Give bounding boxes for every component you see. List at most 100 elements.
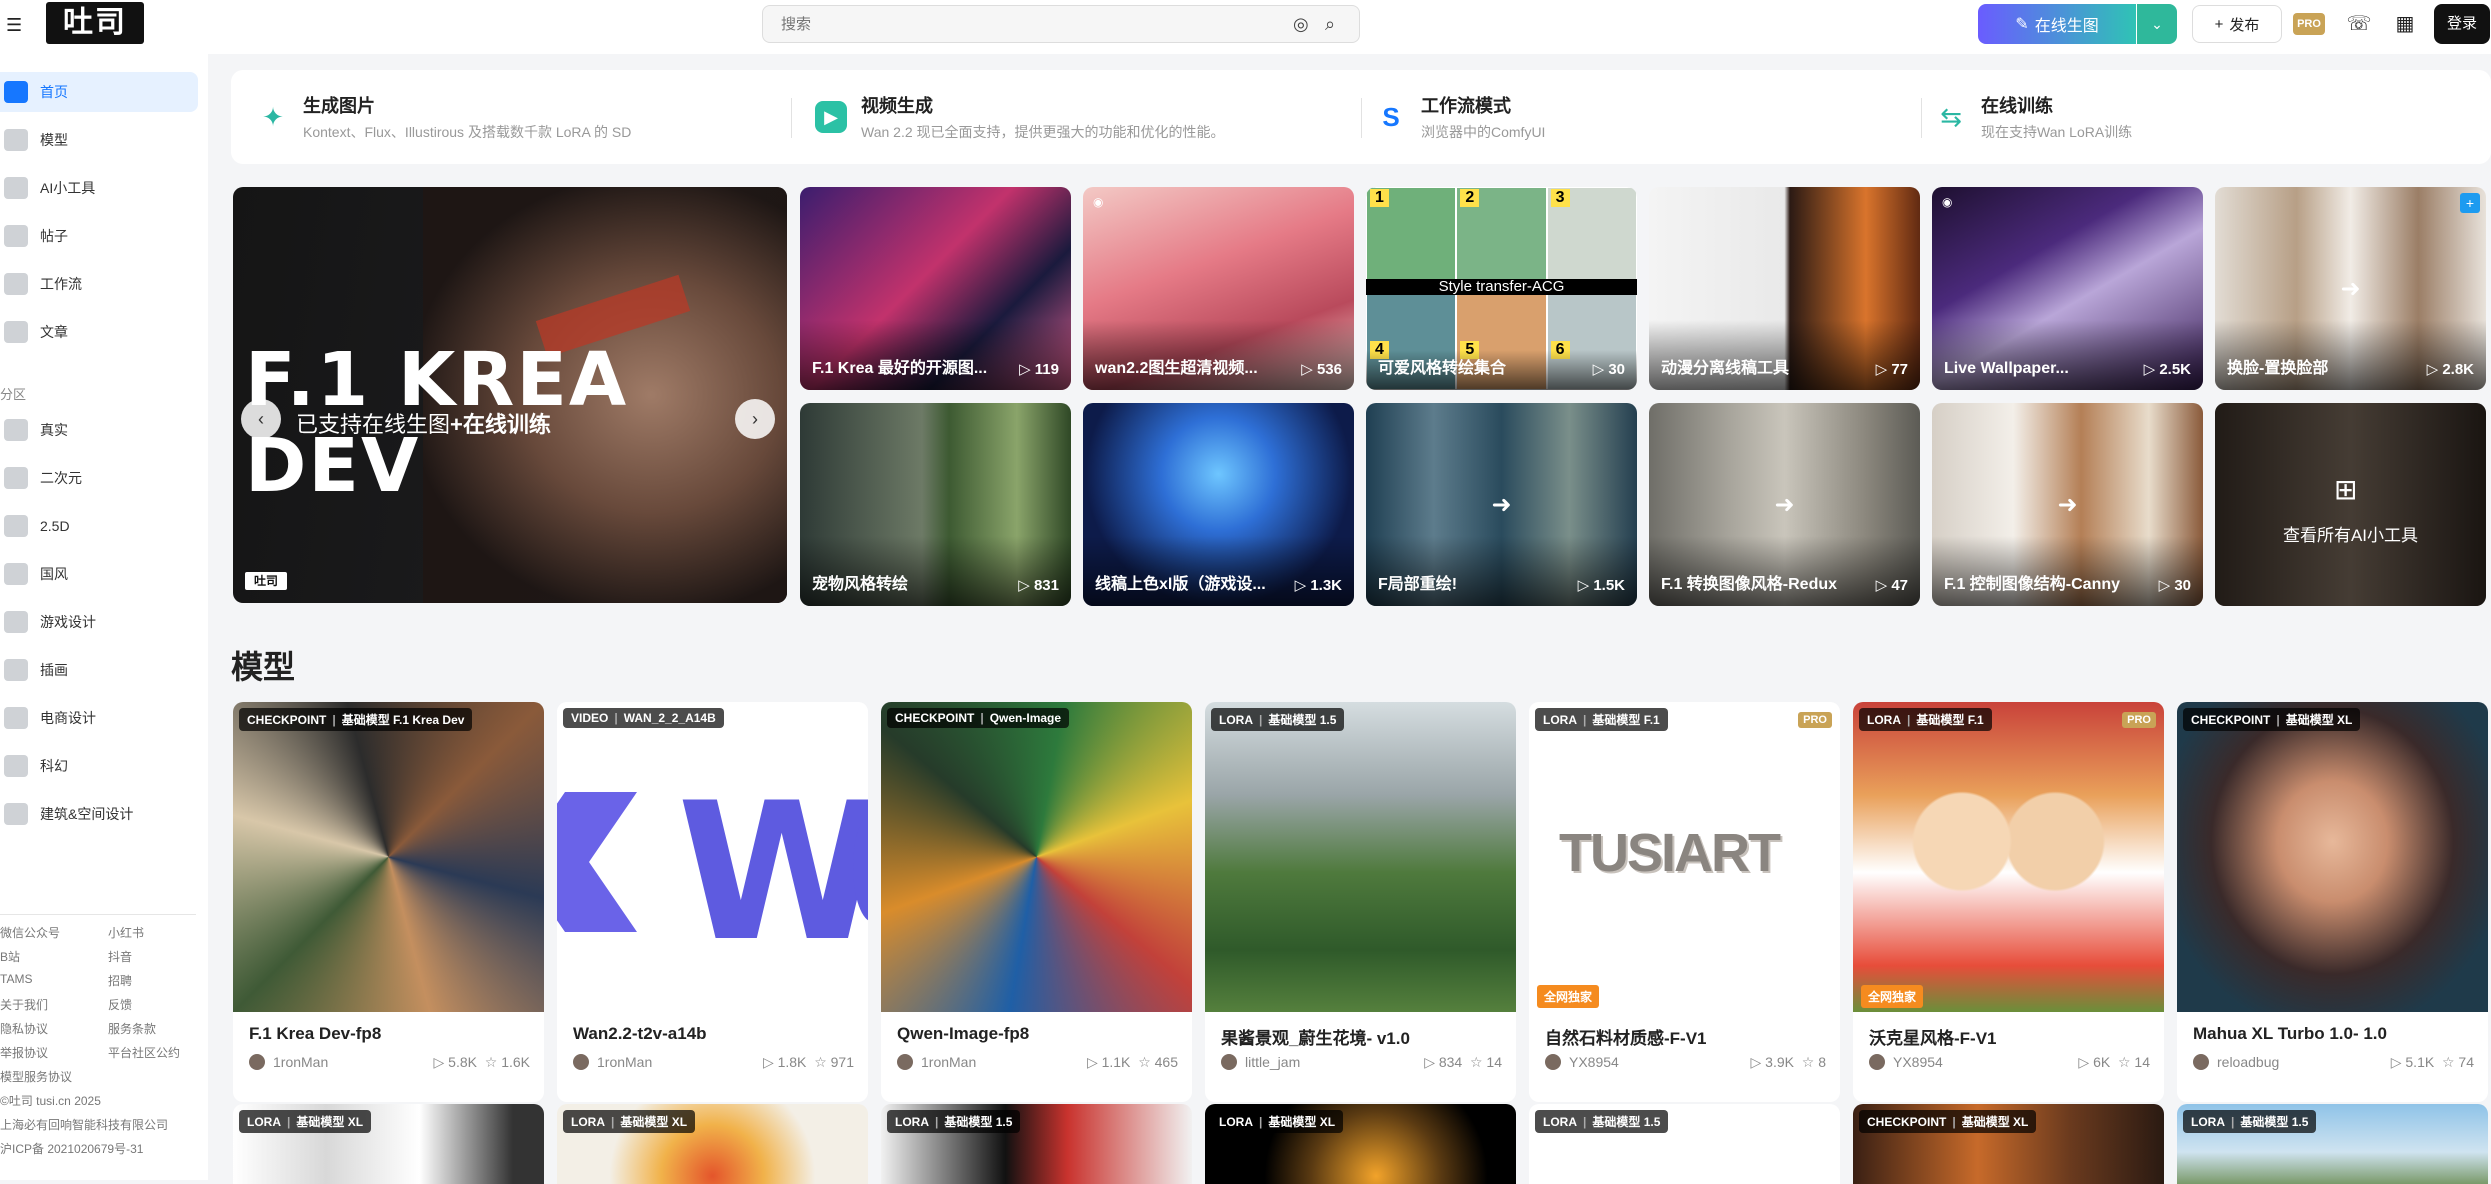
message-icon[interactable]: ☏ bbox=[2345, 10, 2373, 38]
sidebar-item-scifi[interactable]: 科幻 bbox=[0, 746, 198, 786]
model-stats: ▷ 6K ☆ 14 bbox=[2078, 1054, 2150, 1070]
model-card[interactable]: LORA | 基础模型 XL bbox=[557, 1104, 868, 1184]
model-name: 果酱景观_蔚生花境- v1.0 bbox=[1221, 1029, 1410, 1048]
tool-card[interactable]: ➜ F.1 转换图像风格-Redux ▷ 47 bbox=[1649, 403, 1920, 606]
footer-link-community[interactable]: 平台社区公约 bbox=[108, 1044, 180, 1061]
model-type-tag: VIDEO | WAN_2_2_A14B bbox=[563, 708, 724, 728]
footer-link-feedback[interactable]: 反馈 bbox=[108, 996, 132, 1013]
model-stats: ▷ 1.8K ☆ 971 bbox=[762, 1054, 854, 1070]
tool-icon bbox=[4, 177, 28, 199]
hero-subtitle: 已支持在线生图+在线训练 bbox=[296, 412, 551, 437]
model-card[interactable]: LORA | 基础模型 XL bbox=[233, 1104, 544, 1184]
model-card[interactable]: CHECKPOINT | 基础模型 XL Mahua XL Turbo 1.0- 1… bbox=[2177, 702, 2488, 1102]
plus-badge-icon: + bbox=[2460, 193, 2480, 213]
footer-link-bilibili[interactable]: B站 bbox=[0, 948, 20, 965]
model-author[interactable]: little_jam bbox=[1221, 1054, 1300, 1070]
tool-card[interactable]: ◉ Live Wallpaper... ▷ 2.5K bbox=[1932, 187, 2203, 390]
sidebar-item-ecommerce[interactable]: 电商设计 bbox=[0, 698, 198, 738]
footer-icp[interactable]: 沪ICP备 2021020679号-31 bbox=[0, 1140, 143, 1157]
model-card[interactable]: W VIDEO | WAN_2_2_A14B Wan2.2-t2v-a14b 1ro… bbox=[557, 702, 868, 1102]
tool-card[interactable]: ➜ F.1 控制图像结构-Canny ▷ 30 bbox=[1932, 403, 2203, 606]
model-card[interactable]: LORA | 基础模型 1.5 bbox=[881, 1104, 1192, 1184]
footer-link-about[interactable]: 关于我们 bbox=[0, 996, 48, 1013]
sidebar-item-guofeng[interactable]: 国风 bbox=[0, 554, 198, 594]
model-author[interactable]: YX8954 bbox=[1545, 1054, 1619, 1070]
tool-card[interactable]: 线稿上色xl版（游戏设... ▷ 1.3K bbox=[1083, 403, 1354, 606]
video-icon: ◉ bbox=[1093, 195, 1104, 209]
search-input[interactable] bbox=[763, 15, 1243, 33]
guofeng-icon bbox=[4, 563, 28, 585]
search-icon[interactable]: ⌕ bbox=[1325, 14, 1335, 35]
sidebar-item-ai-tools[interactable]: AI小工具 bbox=[0, 168, 198, 208]
cube-icon bbox=[4, 129, 28, 151]
tool-card[interactable]: ◉ wan2.2图生超清视频... ▷ 536 bbox=[1083, 187, 1354, 390]
sidebar-item-home[interactable]: 首页 bbox=[0, 72, 198, 112]
footer-link-terms[interactable]: 服务条款 bbox=[108, 1020, 156, 1037]
camera-icon[interactable]: ◎ bbox=[1293, 14, 1309, 35]
model-author[interactable]: reloadbug bbox=[2193, 1054, 2279, 1070]
generate-button[interactable]: ✎ 在线生图 bbox=[1978, 4, 2136, 44]
view-all-tools-card[interactable]: ⊞ 查看所有AI小工具 bbox=[2215, 403, 2486, 606]
calendar-icon[interactable]: ▦ bbox=[2391, 10, 2419, 38]
avatar bbox=[1869, 1054, 1885, 1070]
arrow-right-icon: ➜ bbox=[2340, 275, 2361, 302]
model-author[interactable]: 1ronMan bbox=[249, 1054, 328, 1070]
tool-card[interactable]: 宠物风格转绘 ▷ 831 bbox=[800, 403, 1071, 606]
footer-link-report[interactable]: 举报协议 bbox=[0, 1044, 48, 1061]
feature-workflow[interactable]: S 工作流模式 浏览器中的ComfyUI bbox=[1375, 70, 1545, 164]
model-author[interactable]: 1ronMan bbox=[573, 1054, 652, 1070]
tool-card[interactable]: ➜ + 换脸-置换脸部 ▷ 2.8K bbox=[2215, 187, 2486, 390]
carousel-prev-button[interactable]: ‹ bbox=[241, 399, 281, 439]
tool-card[interactable]: 动漫分离线稿工具 ▷ 77 bbox=[1649, 187, 1920, 390]
site-logo[interactable]: 吐司 bbox=[46, 2, 144, 44]
footer-link-model-service[interactable]: 模型服务协议 bbox=[0, 1068, 72, 1085]
feature-training[interactable]: ⇆ 在线训练 现在支持Wan LoRA训练 bbox=[1935, 70, 2132, 164]
sidebar-item-articles[interactable]: 文章 bbox=[0, 312, 198, 352]
model-card[interactable]: CHECKPOINT | 基础模型 F.1 Krea Dev F.1 Krea De… bbox=[233, 702, 544, 1102]
sidebar-item-anime[interactable]: 二次元 bbox=[0, 458, 198, 498]
footer-link-douyin[interactable]: 抖音 bbox=[108, 948, 132, 965]
footer-link-jobs[interactable]: 招聘 bbox=[108, 972, 132, 989]
model-card[interactable]: LORA | 基础模型 1.5 果酱景观_蔚生花境- v1.0 little_jam… bbox=[1205, 702, 1516, 1102]
menu-toggle-icon[interactable]: ☰ bbox=[6, 14, 28, 36]
sidebar-item-illustration[interactable]: 插画 bbox=[0, 650, 198, 690]
feature-generate-image[interactable]: ✦ 生成图片 Kontext、Flux、Illustirous 及搭载数千款 Lo… bbox=[257, 70, 631, 164]
publish-button[interactable]: + 发布 bbox=[2192, 5, 2282, 43]
generate-dropdown-button[interactable]: ⌄ bbox=[2137, 4, 2177, 44]
footer-link-tams[interactable]: TAMS bbox=[0, 972, 32, 986]
avatar bbox=[897, 1054, 913, 1070]
hero-banner[interactable]: F.1 KREA DEV 已支持在线生图+在线训练 ‹ › 吐司 bbox=[233, 187, 787, 603]
pro-badge[interactable]: PRO bbox=[2293, 13, 2325, 35]
sidebar-item-models[interactable]: 模型 bbox=[0, 120, 198, 160]
model-author[interactable]: YX8954 bbox=[1869, 1054, 1943, 1070]
model-card[interactable]: TUSIART LORA | 基础模型 F.1 PRO 全网独家 自然石料材质感-F… bbox=[1529, 702, 1840, 1102]
sidebar-item-real[interactable]: 真实 bbox=[0, 410, 198, 450]
tool-card[interactable]: 1 2 3 4 5 6 Style transfer-ACG 可爱风格转绘集合▷… bbox=[1366, 187, 1637, 390]
footer-link-wechat[interactable]: 微信公众号 bbox=[0, 924, 60, 941]
avatar bbox=[2193, 1054, 2209, 1070]
footer-link-xiaohongshu[interactable]: 小红书 bbox=[108, 924, 144, 941]
sidebar-item-game-design[interactable]: 游戏设计 bbox=[0, 602, 198, 642]
model-cover-image bbox=[1205, 702, 1516, 1012]
login-button[interactable]: 登录 bbox=[2434, 4, 2490, 44]
model-author[interactable]: 1ronMan bbox=[897, 1054, 976, 1070]
feature-video[interactable]: ▶ 视频生成 Wan 2.2 现已全面支持，提供更强大的功能和优化的性能。 bbox=[815, 70, 1225, 164]
model-card[interactable]: LORA | 基础模型 1.5 bbox=[1529, 1104, 1840, 1184]
model-card[interactable]: CHECKPOINT | 基础模型 XL bbox=[1853, 1104, 2164, 1184]
sidebar-item-posts[interactable]: 帖子 bbox=[0, 216, 198, 256]
home-icon bbox=[4, 81, 28, 103]
model-type-tag: LORA | 基础模型 F.1 bbox=[1535, 708, 1668, 731]
sidebar-item-workflow[interactable]: 工作流 bbox=[0, 264, 198, 304]
sidebar: 首页 模型 AI小工具 帖子 工作流 文章 分区 真实 二次元 2.5D 国风 … bbox=[0, 54, 208, 1180]
carousel-next-button[interactable]: › bbox=[735, 399, 775, 439]
tool-card[interactable]: F.1 Krea 最好的开源图... ▷ 119 bbox=[800, 187, 1071, 390]
sidebar-item-architecture[interactable]: 建筑&空间设计 bbox=[0, 794, 198, 834]
model-card[interactable]: LORA | 基础模型 1.5 bbox=[2177, 1104, 2488, 1184]
sidebar-item-2-5d[interactable]: 2.5D bbox=[0, 506, 198, 546]
tool-card[interactable]: ➜ F局部重绘! ▷ 1.5K bbox=[1366, 403, 1637, 606]
model-card[interactable]: LORA | 基础模型 XL bbox=[1205, 1104, 1516, 1184]
model-card[interactable]: LORA | 基础模型 F.1 PRO 全网独家 沃克星风格-F-V1 YX8954… bbox=[1853, 702, 2164, 1102]
footer-link-privacy[interactable]: 隐私协议 bbox=[0, 1020, 48, 1037]
model-card[interactable]: CHECKPOINT | Qwen-Image Qwen-Image-fp8 1ro… bbox=[881, 702, 1192, 1102]
gamepad-icon bbox=[4, 611, 28, 633]
